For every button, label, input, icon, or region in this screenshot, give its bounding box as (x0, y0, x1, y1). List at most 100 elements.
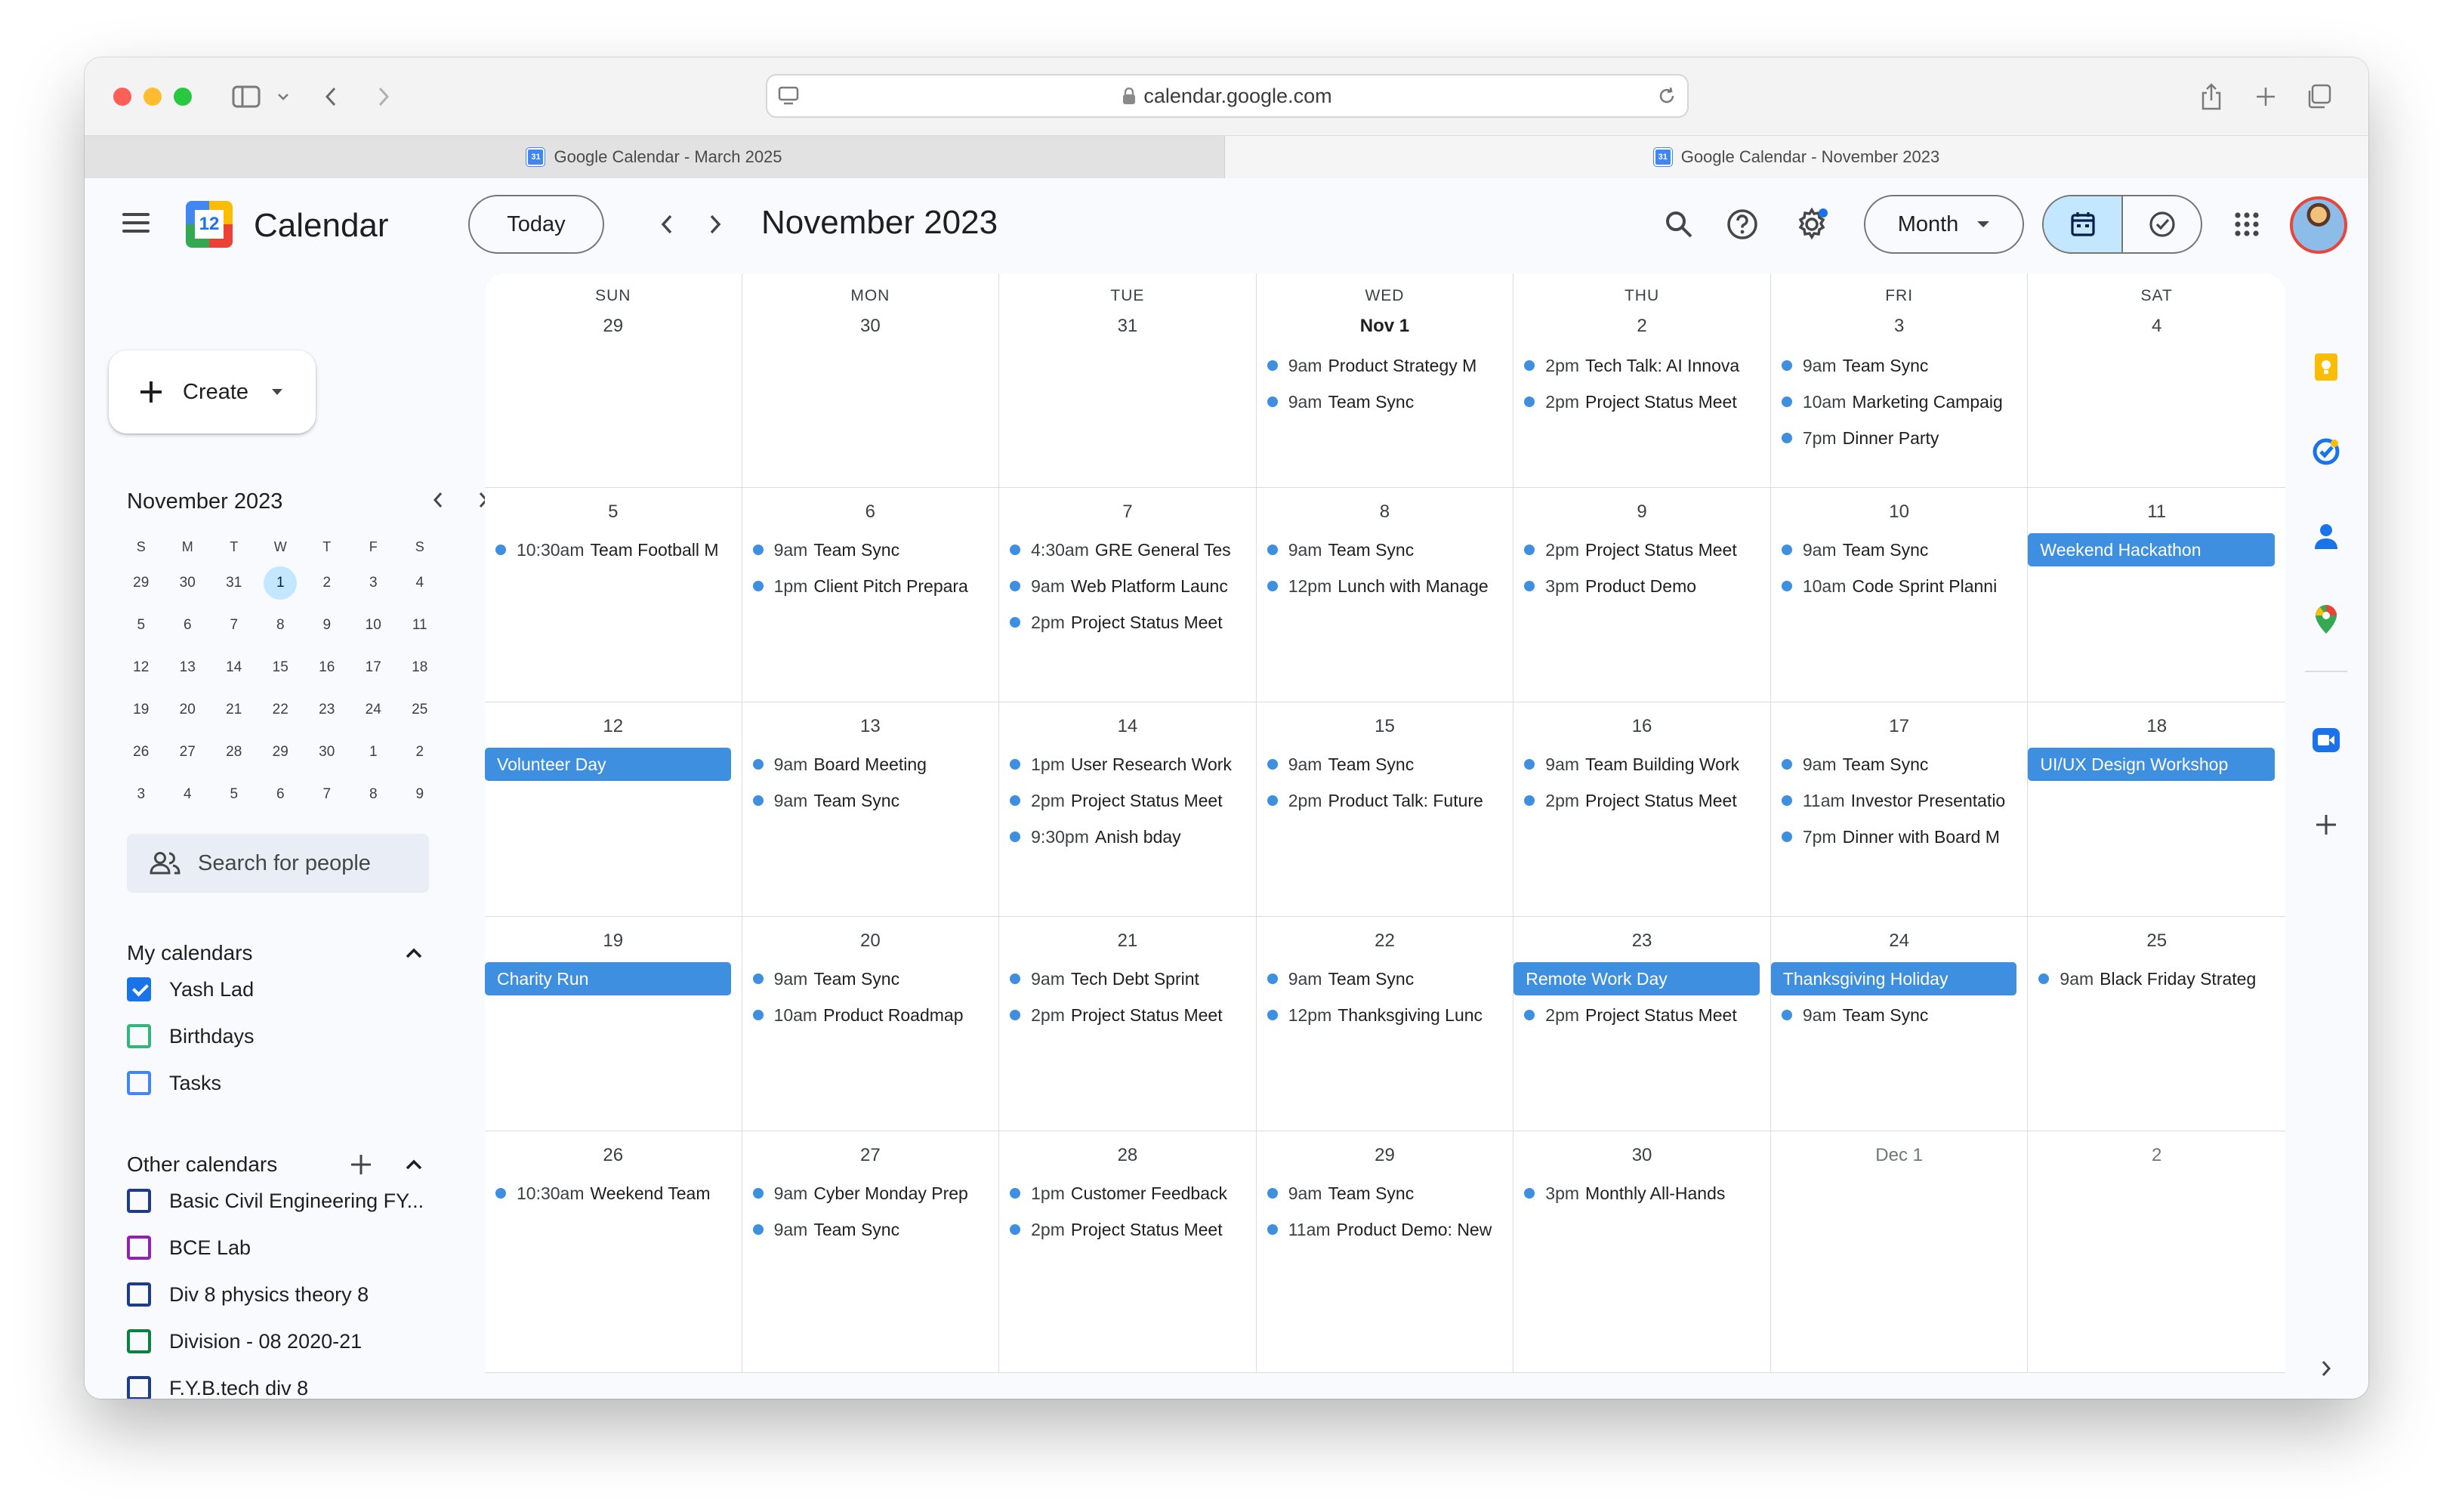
day-number[interactable]: 13 (742, 716, 999, 737)
other-calendar-checkbox[interactable] (127, 1329, 151, 1353)
timed-event[interactable]: 10am Code Sprint Planni (1781, 569, 2022, 603)
timed-event[interactable]: 10am Product Roadmap (752, 998, 993, 1032)
day-number[interactable]: 4 (2028, 316, 2285, 337)
timed-event[interactable]: 11am Product Demo: New (1267, 1213, 1507, 1246)
mini-day[interactable]: 1 (258, 562, 304, 604)
mini-day[interactable]: 13 (165, 646, 211, 689)
timed-event[interactable]: 9am Team Sync (1267, 385, 1507, 418)
timed-event[interactable]: 9am Team Sync (1781, 998, 2022, 1032)
timed-event[interactable]: 9am Team Sync (1781, 748, 2022, 781)
timed-event[interactable]: 2pm Tech Talk: AI Innova (1524, 349, 1764, 382)
my-calendar-item[interactable]: Birthdays (127, 1018, 255, 1054)
day-number[interactable]: 31 (999, 316, 1256, 337)
timed-event[interactable]: 11am Investor Presentatio (1781, 784, 2022, 817)
mini-day[interactable]: 16 (304, 646, 350, 689)
zoom-window-button[interactable] (174, 88, 192, 106)
mini-day[interactable]: 5 (118, 604, 165, 646)
day-number[interactable]: 17 (1771, 716, 2028, 737)
all-day-event[interactable]: Weekend Hackathon (2028, 533, 2275, 566)
all-day-event[interactable]: Charity Run (485, 962, 731, 995)
mini-prev-month-icon[interactable] (421, 483, 455, 517)
day-number[interactable]: 25 (2028, 930, 2285, 952)
main-menu-icon[interactable] (122, 213, 150, 233)
timed-event[interactable]: 12pm Lunch with Manage (1267, 569, 1507, 603)
expand-panel-icon[interactable] (2310, 1352, 2343, 1385)
day-number[interactable]: 7 (999, 501, 1256, 523)
timed-event[interactable]: 3pm Monthly All-Hands (1524, 1177, 1764, 1210)
day-cell[interactable]: 18 UI/UX Design Workshop (2028, 702, 2285, 917)
day-cell[interactable]: 20 9am Team Sync 10am Product Roadmap (742, 917, 1000, 1131)
timed-event[interactable]: 9am Board Meeting (752, 748, 993, 781)
mini-day[interactable]: 26 (118, 731, 165, 773)
mini-day[interactable]: 27 (165, 731, 211, 773)
day-cell[interactable]: Dec 1 (1770, 1131, 2029, 1373)
mini-day[interactable]: 3 (350, 562, 397, 604)
day-cell[interactable]: 11 Weekend Hackathon (2028, 488, 2285, 702)
mini-day[interactable]: 9 (396, 773, 443, 816)
mini-day[interactable]: 3 (118, 773, 165, 816)
day-number[interactable]: 14 (999, 716, 1256, 737)
day-number[interactable]: 8 (1257, 501, 1513, 523)
mini-day[interactable]: 23 (304, 689, 350, 731)
timed-event[interactable]: 2pm Project Status Meet (1010, 998, 1250, 1032)
view-select-button[interactable]: Month (1864, 195, 2024, 254)
day-number[interactable]: 21 (999, 930, 1256, 952)
other-calendar-checkbox[interactable] (127, 1236, 151, 1260)
all-day-event[interactable]: Remote Work Day (1513, 962, 1760, 995)
day-cell[interactable]: WED Nov 1 9am Product Strategy M 9am Team Syn… (1256, 273, 1514, 488)
day-cell[interactable]: 10 9am Team Sync 10am Code Sprint Planni (1770, 488, 2029, 702)
day-cell[interactable]: 27 9am Cyber Monday Prep 9am Team Sync (742, 1131, 1000, 1373)
day-cell[interactable]: TUE 31 (999, 273, 1257, 488)
mini-day[interactable]: 22 (258, 689, 304, 731)
mini-day[interactable]: 2 (396, 731, 443, 773)
day-number[interactable]: 27 (742, 1145, 999, 1166)
chevron-down-icon[interactable] (272, 79, 295, 115)
timed-event[interactable]: 9am Team Sync (752, 1213, 993, 1246)
back-arrow-icon[interactable] (316, 79, 346, 115)
day-number[interactable]: 3 (1771, 316, 2028, 337)
add-other-calendar-icon[interactable] (346, 1149, 376, 1180)
timed-event[interactable]: 9am Team Sync (1781, 533, 2022, 566)
day-cell[interactable]: SAT 4 (2028, 273, 2285, 488)
day-number[interactable]: 9 (1513, 501, 1770, 523)
day-cell[interactable]: 9 2pm Project Status Meet 3pm Product Demo (1513, 488, 1771, 702)
day-number[interactable]: 5 (485, 501, 742, 523)
all-day-event[interactable]: Thanksgiving Holiday (1770, 962, 2017, 995)
timed-event[interactable]: 2pm Project Status Meet (1010, 606, 1250, 639)
tab-march-2025[interactable]: Google Calendar - March 2025 (85, 136, 1225, 178)
day-cell[interactable]: MON 30 (742, 273, 1000, 488)
maps-icon[interactable] (2310, 603, 2343, 636)
day-cell[interactable]: 26 10:30am Weekend Team (485, 1131, 742, 1373)
day-cell[interactable]: 24 Thanksgiving Holiday 9am Team Sync (1770, 917, 2029, 1131)
mini-day[interactable]: 10 (350, 604, 397, 646)
sidebar-toggle-icon[interactable] (228, 79, 264, 115)
day-cell[interactable]: 6 9am Team Sync 1pm Client Pitch Prepara (742, 488, 1000, 702)
mini-day[interactable]: 4 (396, 562, 443, 604)
day-cell[interactable]: 29 9am Team Sync 11am Product Demo: New (1256, 1131, 1514, 1373)
mini-day[interactable]: 14 (211, 646, 258, 689)
other-calendars-header[interactable]: Other calendars (127, 1153, 277, 1177)
new-tab-icon[interactable] (2249, 79, 2282, 115)
other-calendar-item[interactable]: Division - 08 2020-21 (127, 1323, 362, 1359)
mini-day[interactable]: 24 (350, 689, 397, 731)
other-calendar-checkbox[interactable] (127, 1282, 151, 1307)
day-number[interactable]: 30 (742, 316, 999, 337)
tasks-icon[interactable] (2310, 435, 2343, 468)
all-day-event[interactable]: UI/UX Design Workshop (2028, 748, 2275, 781)
today-button[interactable]: Today (468, 195, 604, 254)
account-avatar[interactable] (2290, 196, 2347, 254)
my-calendar-checkbox[interactable] (127, 977, 151, 1001)
add-addon-icon[interactable] (2310, 808, 2343, 841)
mini-day[interactable]: 15 (258, 646, 304, 689)
next-month-icon[interactable] (696, 205, 734, 243)
search-people-field[interactable]: Search for people (127, 834, 429, 893)
day-cell[interactable]: 22 9am Team Sync 12pm Thanksgiving Lunc (1256, 917, 1514, 1131)
other-calendar-item[interactable]: BCE Lab (127, 1230, 251, 1266)
mini-day[interactable]: 2 (304, 562, 350, 604)
collapse-other-calendars-icon[interactable] (399, 1149, 429, 1180)
mini-day[interactable]: 30 (304, 731, 350, 773)
my-calendar-item[interactable]: Yash Lad (127, 971, 254, 1007)
day-cell[interactable]: 16 9am Team Building Work 2pm Project Status… (1513, 702, 1771, 917)
contacts-icon[interactable] (2310, 520, 2343, 553)
day-number[interactable]: 18 (2028, 716, 2285, 737)
